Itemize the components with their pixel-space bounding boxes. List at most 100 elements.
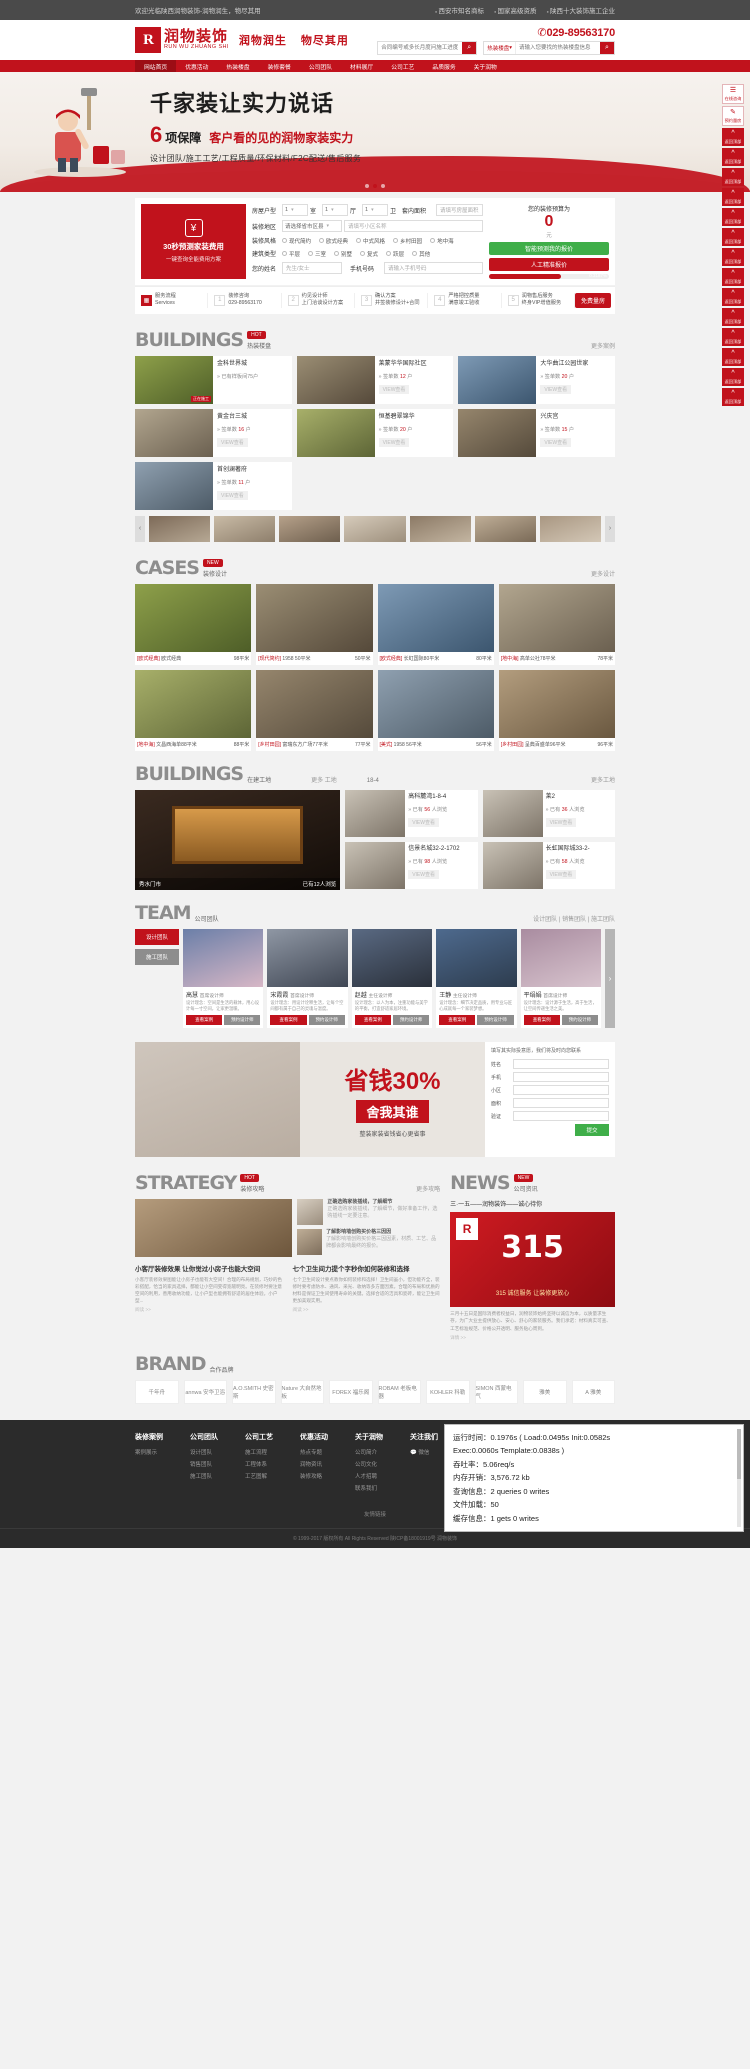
team-book-button[interactable]: 预约设计师 — [477, 1015, 514, 1026]
sites-more-top[interactable]: 更多 工地 — [311, 775, 337, 784]
site-card[interactable]: 信景名城32-2-1702 » 已有 98 人浏览 VIEW查看 — [345, 841, 478, 889]
input-community[interactable]: 请填写小区名称 — [344, 220, 483, 232]
building-card[interactable]: 莱蒙华华国际社区 » 签单数 12 户 VIEW查看 — [296, 355, 454, 404]
input-name[interactable]: 先生/女士 — [282, 262, 342, 274]
building-search-input[interactable] — [516, 41, 600, 54]
brand-logo-8[interactable]: 雅美 — [523, 1380, 567, 1405]
promo-input-name[interactable] — [513, 1059, 609, 1070]
building-card[interactable]: 恒基碧翠锦华 » 签单数 20 户 VIEW查看 — [296, 408, 454, 457]
case-card[interactable]: [欧式经典] 长虹国际80平米 80平米 — [377, 583, 494, 665]
building-search[interactable]: 热装楼盘▾ ⌕ — [483, 40, 615, 55]
strategy-article-0[interactable]: 小客厅装修效果 让你觉过小房子也能大空间 小客厅装修效果图能让小房子也能有大空间… — [135, 1263, 283, 1313]
service-step-4[interactable]: 4 严格把控质量 满意竣工验收 — [428, 292, 502, 308]
brand-logo-0[interactable]: 千年舟 — [135, 1380, 179, 1405]
radio-type-3[interactable]: 复式 — [360, 250, 378, 258]
cases-more-link[interactable]: 更多设计 — [591, 569, 615, 578]
manual-quote-button[interactable]: 人工精准报价 — [489, 257, 609, 271]
strategy-article-1[interactable]: 七个卫生间力提个字秒你如何装修和选择 七个卫生间设计要点教你如何装修和选择！卫生… — [293, 1263, 441, 1313]
team-book-button[interactable]: 预约设计师 — [224, 1015, 261, 1026]
carousel-thumb[interactable] — [409, 515, 471, 542]
site-card[interactable]: 长虹国际城33-2- » 已有 58 人浏览 VIEW查看 — [482, 841, 615, 889]
strategy-more-link[interactable]: 更多攻略 — [416, 1184, 440, 1193]
building-card[interactable]: 大华曲江公园世家 » 签单数 20 户 VIEW查看 — [458, 355, 615, 404]
building-view-button[interactable]: VIEW查看 — [378, 384, 410, 394]
logo[interactable]: R 润物装饰 RUN WU ZHUANG SHI — [135, 27, 229, 53]
rail-back-to-top-12[interactable]: ^ 返回顶部 — [722, 368, 744, 386]
case-card[interactable]: [现代简约] 1958 50平米 50平米 — [256, 583, 373, 665]
building-card[interactable]: 正在施工 金科世界城 » 已有样板间75户 — [135, 355, 292, 404]
team-tab-2[interactable]: 施工团队 — [591, 917, 615, 923]
footer-link[interactable]: 装修攻略 — [300, 1472, 355, 1480]
nav-item-1[interactable]: 优惠活动 — [176, 60, 217, 72]
brand-logo-6[interactable]: KOHLER 科勒 — [426, 1380, 470, 1405]
news-image[interactable]: R 315 315 诚信服务 让装修更放心 — [450, 1212, 615, 1308]
promo-submit-button[interactable]: 提交 — [575, 1124, 609, 1137]
footer-link[interactable]: 公司简介 — [355, 1448, 410, 1456]
topbar-link-2[interactable]: 陕西十大装饰施工企业 — [546, 5, 615, 15]
nav-item-2[interactable]: 热装楼盘 — [217, 60, 258, 72]
team-book-button[interactable]: 预约设计师 — [561, 1015, 598, 1026]
carousel-thumb[interactable] — [149, 515, 211, 542]
radio-style-4[interactable]: 地中海 — [430, 237, 454, 245]
team-card[interactable]: 王静 主任设计师 设计理念：细节决定品质，用专业与匠心成就每一个家装梦想。 查看… — [436, 928, 517, 1029]
brand-logo-5[interactable]: ROBAM 老板电器 — [377, 1380, 421, 1405]
banner-dots[interactable] — [0, 184, 750, 188]
team-book-button[interactable]: 预约设计师 — [308, 1015, 345, 1026]
footer-link[interactable]: 案例展示 — [135, 1448, 190, 1456]
select-region[interactable]: 请选择省市区县 — [282, 220, 342, 232]
footer-link[interactable]: 联系我们 — [355, 1484, 410, 1492]
promo-input-community[interactable] — [513, 1085, 609, 1096]
team-view-cases-button[interactable]: 查看案例 — [354, 1015, 391, 1026]
footer-link[interactable]: 工程体系 — [245, 1460, 300, 1468]
site-view-button[interactable]: VIEW查看 — [545, 817, 577, 827]
service-step-2[interactable]: 2 约见设计师 上门洽谈设计方案 — [282, 292, 355, 308]
nav-item-3[interactable]: 装修套餐 — [259, 60, 300, 72]
banner-dot-0[interactable] — [365, 184, 369, 188]
carousel-next-icon[interactable]: › — [605, 515, 615, 542]
team-tabs[interactable]: 设计团队 | 销售团队 | 施工团队 — [533, 914, 615, 923]
rail-book-measure[interactable]: ✎ 预约量房 — [722, 106, 744, 126]
nav-item-6[interactable]: 公司工艺 — [382, 60, 423, 72]
free-measure-button[interactable]: 免费量房 — [574, 292, 611, 308]
footer-link[interactable]: 销售团队 — [190, 1460, 245, 1468]
nav-item-0[interactable]: 网站首页 — [135, 60, 177, 72]
building-card[interactable]: 兴庆宫 » 签单数 15 户 VIEW查看 — [458, 408, 615, 457]
brand-logo-7[interactable]: SIMON 西蒙电气 — [474, 1380, 518, 1405]
footer-link[interactable]: 设计团队 — [190, 1448, 245, 1456]
footer-link[interactable]: 工艺图解 — [245, 1472, 300, 1480]
footer-link[interactable]: 施工流程 — [245, 1448, 300, 1456]
topbar-link-1[interactable]: 国家高级资质 — [494, 5, 536, 15]
select-rooms[interactable]: 1 — [282, 204, 308, 216]
radio-type-0[interactable]: 平层 — [282, 250, 300, 258]
rail-back-to-top-5[interactable]: ^ 返回顶部 — [722, 228, 744, 246]
site-view-button[interactable]: VIEW查看 — [408, 817, 439, 827]
radio-style-0[interactable]: 现代简约 — [282, 237, 311, 245]
building-search-label[interactable]: 热装楼盘 ▾ — [484, 41, 516, 54]
site-view-button[interactable]: VIEW查看 — [408, 869, 439, 879]
team-card[interactable]: 高慧 首席设计师 设计理念：空间是生活的载体，用心设计每一寸空间，让家更温暖。 … — [183, 928, 264, 1029]
building-view-button[interactable]: VIEW查看 — [540, 437, 572, 447]
building-view-button[interactable]: VIEW查看 — [378, 437, 410, 447]
promo-input-captcha[interactable] — [513, 1111, 609, 1122]
strategy-article-read-link[interactable]: 阅读 >> — [135, 1307, 283, 1313]
case-card[interactable]: [欧式经典] 欧式经典 98平米 — [135, 583, 252, 665]
footer-link[interactable]: 热点专题 — [300, 1448, 355, 1456]
team-card[interactable]: 宋霞霞 首席设计师 设计理念：用设计诠释生活，让每个空间都有属于自己的灵魂与温度… — [267, 928, 348, 1029]
brand-logo-4[interactable]: FOREX 福乐阁 — [329, 1380, 373, 1405]
rail-back-to-top-11[interactable]: ^ 返回顶部 — [722, 348, 744, 366]
news-more-link[interactable]: 详情 >> — [450, 1335, 615, 1341]
select-baths[interactable]: 1 — [362, 204, 389, 216]
building-view-button[interactable]: VIEW查看 — [540, 384, 572, 394]
predict-button[interactable]: 智能预测我的报价 — [489, 241, 609, 255]
footer-link[interactable]: 施工团队 — [190, 1472, 245, 1480]
strategy-side-item-1[interactable]: 了解影响墙创购买价格三因因 了解影响墙创购买价格三因因素，材质、工艺、品牌都会影… — [297, 1229, 440, 1256]
building-view-button[interactable]: VIEW查看 — [217, 437, 248, 447]
topbar-link-0[interactable]: 西安市知名商标 — [435, 5, 484, 15]
team-view-cases-button[interactable]: 查看案例 — [523, 1015, 560, 1026]
rail-back-to-top-7[interactable]: ^ 返回顶部 — [722, 268, 744, 286]
radio-type-4[interactable]: 跃层 — [386, 250, 404, 258]
carousel-thumb[interactable] — [539, 515, 601, 542]
carousel-prev-icon[interactable]: ‹ — [135, 515, 145, 542]
progress-search[interactable]: ⌕ — [377, 40, 478, 55]
site-view-button[interactable]: VIEW查看 — [545, 869, 577, 879]
